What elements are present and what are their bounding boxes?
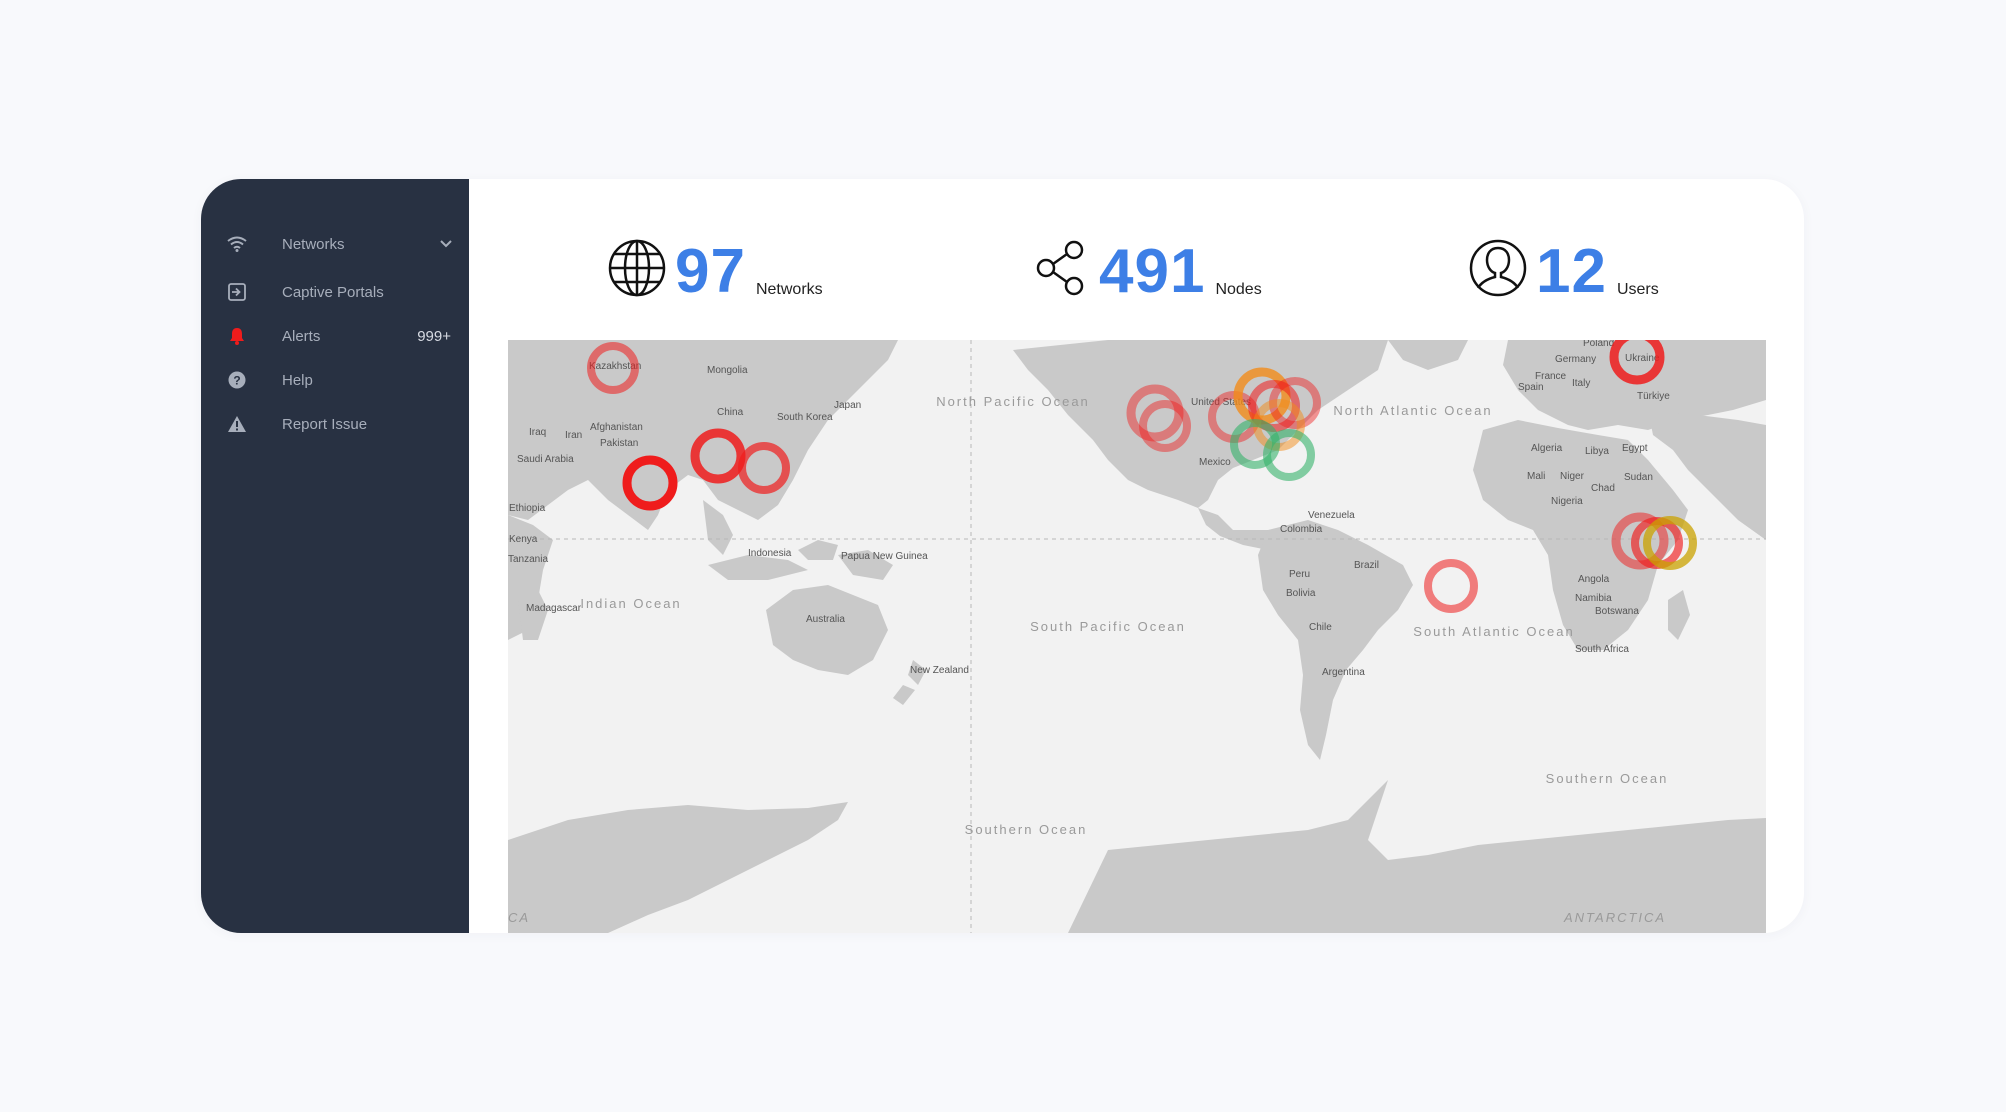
map-label: Spain xyxy=(1518,382,1544,393)
map-label: Pakistan xyxy=(600,438,638,449)
chevron-down-icon[interactable] xyxy=(439,236,453,253)
map-label: Iran xyxy=(565,430,582,441)
map-label: Bolivia xyxy=(1286,588,1316,599)
svg-text:?: ? xyxy=(233,374,240,388)
bell-icon xyxy=(227,326,247,346)
sidebar-item-label: Alerts xyxy=(282,327,321,345)
map-corner-label: CA xyxy=(508,910,530,925)
map-label: Sudan xyxy=(1624,472,1653,483)
map-label: Saudi Arabia xyxy=(517,454,574,465)
help-icon: ? xyxy=(227,370,247,390)
map-label: New Zealand xyxy=(910,665,969,676)
map-label: Mongolia xyxy=(707,365,748,376)
map-label: Angola xyxy=(1578,574,1610,585)
map-label: China xyxy=(717,407,744,418)
wifi-icon xyxy=(227,234,247,254)
dashboard-card: Networks Captive Portals Alerts 999+ ? H… xyxy=(201,179,1804,933)
map-label: Namibia xyxy=(1575,593,1612,604)
map-label: Tanzania xyxy=(508,554,548,565)
users-count: 12 xyxy=(1536,237,1607,306)
map-label: South Africa xyxy=(1575,644,1629,655)
globe-icon xyxy=(608,239,666,297)
map-label: Poland xyxy=(1583,340,1614,349)
share-icon xyxy=(1036,240,1084,296)
map-label: Peru xyxy=(1289,569,1310,580)
map-label: Germany xyxy=(1555,354,1596,365)
map-ocean-label: Southern Ocean xyxy=(1546,771,1669,786)
map-label: Japan xyxy=(834,400,861,411)
map-label: Venezuela xyxy=(1308,510,1355,521)
map-label: Italy xyxy=(1572,378,1590,389)
map-label: Chile xyxy=(1309,622,1332,633)
map-label: Ethiopia xyxy=(509,503,546,514)
sidebar-item-report-issue[interactable]: Report Issue xyxy=(201,404,469,444)
networks-label: Networks xyxy=(755,281,823,298)
portal-icon xyxy=(227,282,247,302)
users-stat: 12 Users xyxy=(1468,233,1659,303)
map-label: France xyxy=(1535,371,1567,382)
sidebar-item-networks[interactable]: Networks xyxy=(201,224,469,264)
sidebar-item-label: Captive Portals xyxy=(282,283,384,301)
sidebar-item-label: Report Issue xyxy=(282,415,368,433)
alerts-count-badge: 999+ xyxy=(417,327,451,345)
map-label: Australia xyxy=(806,614,845,625)
map-ocean-label: North Pacific Ocean xyxy=(936,394,1090,409)
map-label: Brazil xyxy=(1354,560,1379,571)
map-label: Algeria xyxy=(1531,443,1563,454)
map-corner-label: ANTARCTICA xyxy=(1563,910,1666,925)
map-label: Niger xyxy=(1560,471,1585,482)
warning-icon xyxy=(227,414,247,434)
map-label: Argentina xyxy=(1322,667,1365,678)
sidebar-item-alerts[interactable]: Alerts 999+ xyxy=(201,316,469,356)
network-map[interactable]: Kazakhstan Mongolia China South Korea Ja… xyxy=(508,340,1766,933)
map-ocean-label: North Atlantic Ocean xyxy=(1333,403,1492,418)
networks-count: 97 xyxy=(675,237,746,306)
map-label: Mexico xyxy=(1199,457,1231,468)
main-content: 97 Networks 491 Nodes 12 Users Kazakhsta… xyxy=(469,179,1804,933)
map-label: Afghanistan xyxy=(590,422,643,433)
sidebar-item-captive-portals[interactable]: Captive Portals xyxy=(201,272,469,312)
sidebar: Networks Captive Portals Alerts 999+ ? H… xyxy=(201,179,469,933)
map-label: Papua New Guinea xyxy=(841,551,928,562)
map-label: Egypt xyxy=(1622,443,1648,454)
user-icon xyxy=(1469,239,1527,297)
map-label: Iraq xyxy=(529,427,546,438)
map-label: Madagascar xyxy=(526,603,582,614)
map-ocean-label: Indian Ocean xyxy=(580,596,681,611)
sidebar-item-label: Networks xyxy=(282,235,345,253)
nodes-label: Nodes xyxy=(1215,281,1262,298)
map-label: Libya xyxy=(1585,446,1609,457)
map-label: Indonesia xyxy=(748,548,792,559)
world-map[interactable]: Kazakhstan Mongolia China South Korea Ja… xyxy=(508,340,1766,933)
map-label: South Korea xyxy=(777,412,833,423)
map-ocean-label: South Pacific Ocean xyxy=(1030,619,1186,634)
networks-stat: 97 Networks xyxy=(607,233,823,303)
map-label: Colombia xyxy=(1280,524,1323,535)
map-label: Chad xyxy=(1591,483,1615,494)
map-label: Nigeria xyxy=(1551,496,1583,507)
nodes-stat: 491 Nodes xyxy=(1031,233,1262,303)
map-ocean-label: South Atlantic Ocean xyxy=(1413,624,1574,639)
map-ocean-label: Southern Ocean xyxy=(965,822,1088,837)
nodes-count: 491 xyxy=(1099,237,1206,306)
map-label: Kenya xyxy=(509,534,538,545)
sidebar-item-help[interactable]: ? Help xyxy=(201,360,469,400)
sidebar-item-label: Help xyxy=(282,371,313,389)
map-label: Türkiye xyxy=(1637,391,1670,402)
map-label: Botswana xyxy=(1595,606,1639,617)
users-label: Users xyxy=(1616,281,1659,298)
map-label: Mali xyxy=(1527,471,1545,482)
map-label: Ukraine xyxy=(1625,353,1660,364)
